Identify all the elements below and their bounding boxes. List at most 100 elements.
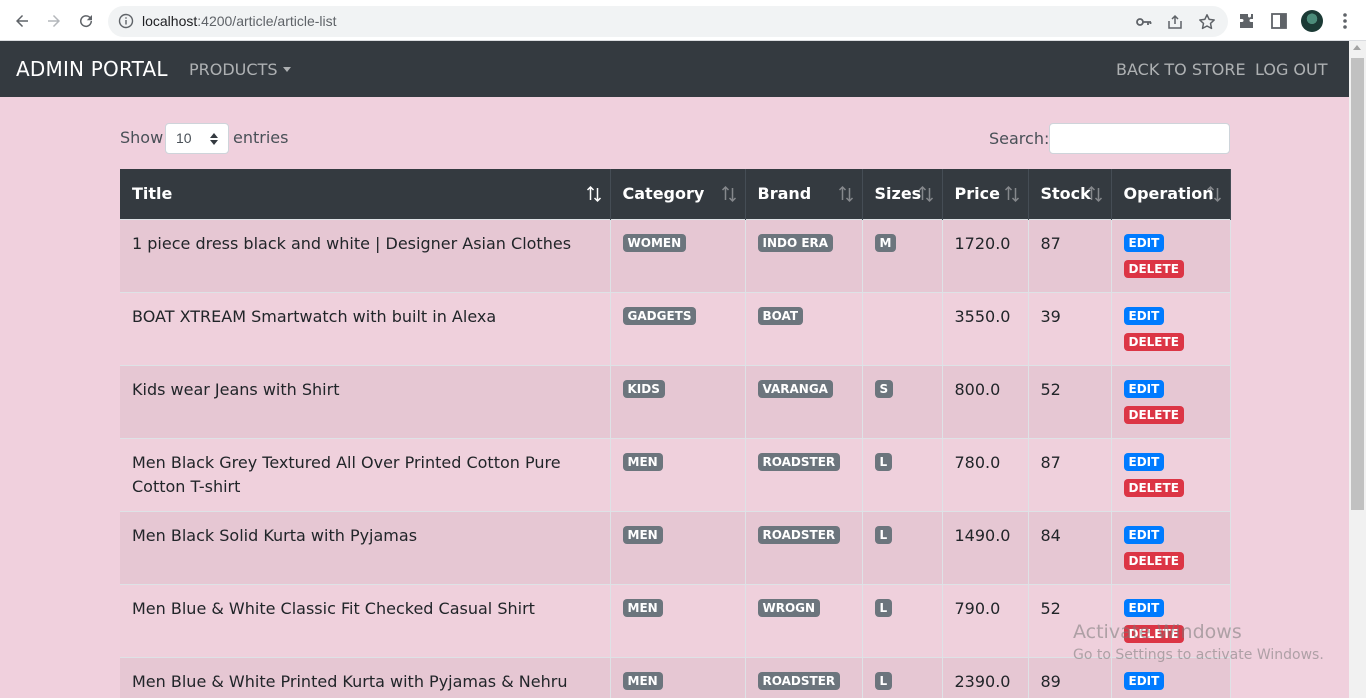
windows-activation-title: Activate Windows bbox=[1073, 621, 1242, 643]
extensions-icon[interactable] bbox=[1237, 11, 1257, 31]
back-to-store-link[interactable]: BACK TO STORE bbox=[1116, 60, 1246, 79]
column-header-price[interactable]: Price bbox=[942, 169, 1029, 219]
browser-toolbar: localhost:4200/article/article-list bbox=[0, 0, 1366, 41]
sort-arrows-icon[interactable] bbox=[1087, 185, 1103, 203]
table-row: Men Black Grey Textured All Over Printed… bbox=[120, 437, 1231, 511]
brand-cell: INDO ERA bbox=[745, 218, 863, 292]
entries-label: entries bbox=[233, 128, 289, 147]
reload-icon[interactable] bbox=[75, 10, 97, 32]
brand-badge: ROADSTER bbox=[757, 525, 841, 544]
address-bar[interactable]: localhost:4200/article/article-list bbox=[108, 6, 1228, 37]
operation-cell: EDIT DELETE bbox=[1111, 291, 1231, 365]
category-cell: MEN bbox=[610, 437, 746, 511]
table-row: BOAT XTREAM Smartwatch with built in Ale… bbox=[120, 291, 1231, 365]
edit-button[interactable]: EDIT bbox=[1123, 379, 1165, 398]
brand-badge: ROADSTER bbox=[757, 671, 841, 690]
delete-button[interactable]: DELETE bbox=[1123, 332, 1184, 351]
entries-select[interactable]: 10 bbox=[165, 123, 229, 154]
column-header-title[interactable]: Title bbox=[120, 169, 611, 219]
price-cell: 3550.0 bbox=[942, 291, 1029, 365]
log-out-link[interactable]: LOG OUT bbox=[1255, 60, 1328, 79]
stock-cell: 84 bbox=[1028, 510, 1112, 584]
bookmark-star-icon[interactable] bbox=[1198, 13, 1216, 31]
stock-cell: 87 bbox=[1028, 218, 1112, 292]
category-cell: GADGETS bbox=[610, 291, 746, 365]
category-badge: MEN bbox=[622, 525, 663, 544]
article-title: Men Black Grey Textured All Over Printed… bbox=[132, 452, 561, 496]
category-badge: MEN bbox=[622, 671, 663, 690]
title-cell: Men Blue & White Printed Kurta with Pyja… bbox=[120, 656, 611, 698]
column-header-operation[interactable]: Operation bbox=[1111, 169, 1231, 219]
edit-button[interactable]: EDIT bbox=[1123, 452, 1165, 471]
brand-badge: INDO ERA bbox=[757, 233, 834, 252]
column-header-label: Category bbox=[622, 184, 705, 204]
forward-arrow-icon[interactable] bbox=[43, 10, 65, 32]
table-row: Men Blue & White Classic Fit Checked Cas… bbox=[120, 583, 1231, 657]
column-header-label: Stock bbox=[1040, 184, 1091, 204]
page-scrollbar[interactable] bbox=[1349, 41, 1366, 698]
products-dropdown[interactable]: PRODUCTS bbox=[189, 60, 291, 79]
delete-button[interactable]: DELETE bbox=[1123, 478, 1184, 497]
price-cell: 1720.0 bbox=[942, 218, 1029, 292]
sizes-cell: L bbox=[862, 656, 943, 698]
stock-value: 52 bbox=[1040, 379, 1061, 399]
price-value: 3550.0 bbox=[954, 306, 1011, 326]
sort-arrows-icon[interactable] bbox=[918, 185, 934, 203]
title-cell: Men Black Grey Textured All Over Printed… bbox=[120, 437, 611, 511]
brand-title[interactable]: ADMIN PORTAL bbox=[16, 57, 168, 81]
delete-button[interactable]: DELETE bbox=[1123, 405, 1184, 424]
brand-badge: BOAT bbox=[757, 306, 804, 325]
edit-button[interactable]: EDIT bbox=[1123, 598, 1165, 617]
price-value: 790.0 bbox=[954, 598, 1001, 618]
table-body: 1 piece dress black and white | Designer… bbox=[120, 218, 1231, 698]
search-label: Search: bbox=[989, 129, 1050, 148]
edit-button[interactable]: EDIT bbox=[1123, 671, 1165, 690]
operation-cell: EDIT DELETE bbox=[1111, 218, 1231, 292]
operation-cell: EDIT DELETE bbox=[1111, 510, 1231, 584]
category-badge: MEN bbox=[622, 452, 663, 471]
back-arrow-icon[interactable] bbox=[11, 10, 33, 32]
column-header-label: Sizes bbox=[874, 184, 922, 204]
scroll-thumb[interactable] bbox=[1351, 58, 1364, 510]
sort-arrows-icon[interactable] bbox=[838, 185, 854, 203]
size-badge: S bbox=[874, 379, 894, 398]
sort-arrows-icon[interactable] bbox=[1206, 185, 1222, 203]
stock-cell: 52 bbox=[1028, 364, 1112, 438]
search-input[interactable] bbox=[1049, 123, 1230, 154]
price-value: 780.0 bbox=[954, 452, 1001, 472]
brand-cell: ROADSTER bbox=[745, 437, 863, 511]
column-header-sizes[interactable]: Sizes bbox=[862, 169, 943, 219]
share-icon[interactable] bbox=[1166, 13, 1184, 31]
scroll-up-arrow-icon[interactable] bbox=[1353, 45, 1361, 50]
table-row: 1 piece dress black and white | Designer… bbox=[120, 218, 1231, 292]
site-info-icon[interactable] bbox=[118, 13, 134, 29]
sort-arrows-icon[interactable] bbox=[586, 185, 602, 203]
column-header-category[interactable]: Category bbox=[610, 169, 746, 219]
more-menu-icon[interactable] bbox=[1335, 11, 1355, 31]
side-panel-icon[interactable] bbox=[1269, 11, 1289, 31]
stock-value: 52 bbox=[1040, 598, 1061, 618]
sizes-cell: L bbox=[862, 510, 943, 584]
article-title: Men Blue & White Classic Fit Checked Cas… bbox=[132, 598, 535, 618]
profile-avatar[interactable] bbox=[1301, 10, 1323, 32]
price-cell: 780.0 bbox=[942, 437, 1029, 511]
article-title: Kids wear Jeans with Shirt bbox=[132, 379, 340, 399]
price-value: 800.0 bbox=[954, 379, 1001, 399]
column-header-brand[interactable]: Brand bbox=[745, 169, 863, 219]
article-table: Title Category Brand Sizes Price Stock Operati… bbox=[120, 169, 1231, 698]
title-cell: Kids wear Jeans with Shirt bbox=[120, 364, 611, 438]
edit-button[interactable]: EDIT bbox=[1123, 306, 1165, 325]
caret-down-icon bbox=[282, 67, 291, 72]
edit-button[interactable]: EDIT bbox=[1123, 233, 1165, 252]
key-icon[interactable] bbox=[1135, 13, 1153, 31]
sort-arrows-icon[interactable] bbox=[721, 185, 737, 203]
column-header-stock[interactable]: Stock bbox=[1028, 169, 1112, 219]
delete-button[interactable]: DELETE bbox=[1123, 551, 1184, 570]
sort-arrows-icon[interactable] bbox=[1004, 185, 1020, 203]
column-header-label: Title bbox=[132, 184, 173, 204]
category-cell: MEN bbox=[610, 656, 746, 698]
stock-value: 84 bbox=[1040, 525, 1061, 545]
price-cell: 800.0 bbox=[942, 364, 1029, 438]
delete-button[interactable]: DELETE bbox=[1123, 259, 1184, 278]
edit-button[interactable]: EDIT bbox=[1123, 525, 1165, 544]
